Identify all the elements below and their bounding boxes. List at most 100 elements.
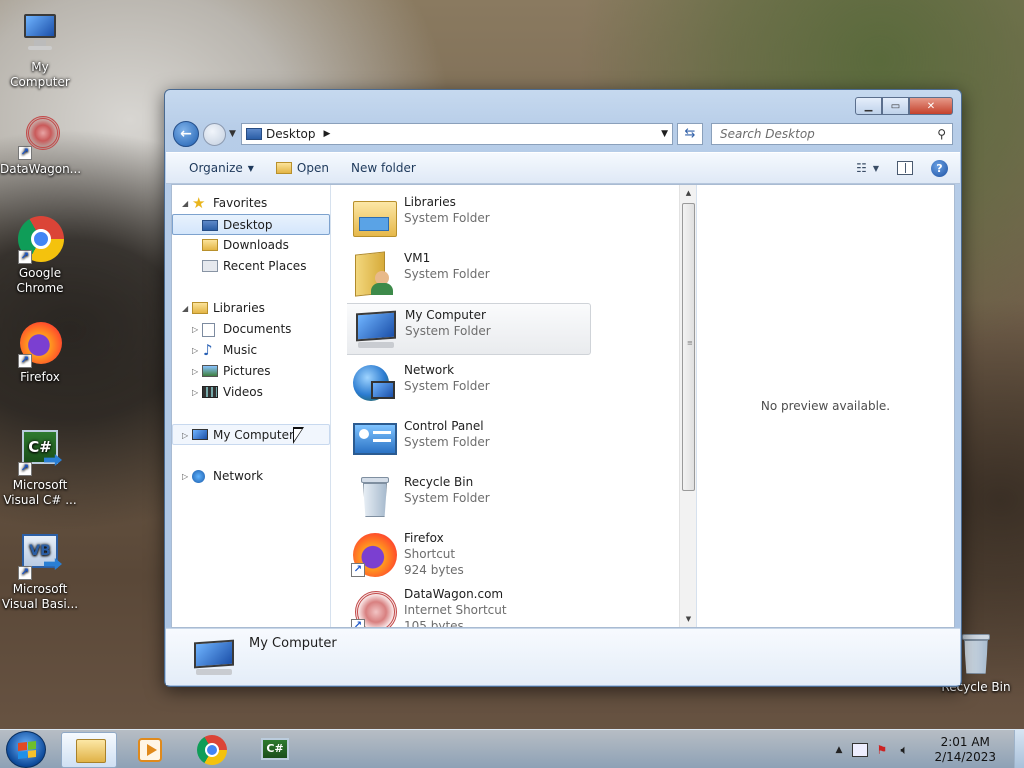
list-item[interactable]: My Computer System Folder bbox=[347, 303, 591, 355]
desktop-icon-my-computer[interactable]: My Computer bbox=[0, 10, 80, 90]
collapsed-arrow-icon[interactable]: ▷ bbox=[192, 361, 198, 382]
list-item[interactable]: Libraries System Folder bbox=[347, 191, 597, 243]
scroll-up-arrow-icon[interactable]: ▲ bbox=[680, 185, 697, 201]
show-desktop-button[interactable] bbox=[1014, 730, 1024, 768]
collapsed-arrow-icon[interactable]: ▷ bbox=[182, 425, 188, 446]
documents-icon bbox=[202, 323, 215, 337]
file-name: Libraries bbox=[404, 195, 456, 209]
file-name: Recycle Bin bbox=[404, 475, 474, 489]
desktop-icon-visual-csharp[interactable]: C# ↗ Microsoft Visual C# ... bbox=[0, 428, 80, 508]
expanded-arrow-icon[interactable]: ◢ bbox=[182, 193, 188, 214]
nav-downloads[interactable]: Downloads bbox=[172, 235, 330, 256]
videos-icon bbox=[202, 386, 218, 398]
taskbar-media-player[interactable] bbox=[122, 732, 178, 768]
caption-buttons: ▁ ▭ ✕ bbox=[855, 97, 953, 115]
minimize-button[interactable]: ▁ bbox=[855, 97, 882, 115]
shortcut-arrow-icon: ↗ bbox=[18, 354, 32, 368]
action-center-flag-icon[interactable]: ⚑ bbox=[876, 743, 892, 757]
desktop-icon-datawagon[interactable]: ↗ DataWagon... bbox=[0, 112, 82, 177]
collapsed-arrow-icon[interactable]: ▷ bbox=[192, 382, 198, 403]
change-view-button[interactable]: ☷ ▼ bbox=[856, 161, 879, 175]
collapsed-arrow-icon[interactable]: ▷ bbox=[192, 340, 198, 361]
nav-my-computer[interactable]: ▷ My Computer bbox=[172, 424, 330, 445]
nav-favorites[interactable]: ◢ ★ Favorites bbox=[172, 193, 330, 214]
address-bar[interactable]: Desktop ▶ ▼ bbox=[241, 123, 673, 145]
volume-icon[interactable]: 🔈︎ bbox=[900, 743, 916, 758]
clock[interactable]: 2:01 AM 2/14/2023 bbox=[934, 735, 996, 765]
list-item[interactable]: Recycle Bin System Folder bbox=[347, 471, 597, 523]
nav-label: Network bbox=[213, 469, 264, 483]
file-type: System Folder bbox=[404, 379, 490, 393]
list-item[interactable]: Network System Folder bbox=[347, 359, 597, 411]
recent-pages-dropdown[interactable]: ▼ bbox=[229, 129, 236, 139]
nav-videos[interactable]: ▷ Videos bbox=[172, 382, 330, 403]
forward-button[interactable] bbox=[203, 123, 226, 146]
navigation-pane: ◢ ★ Favorites Desktop Downloads Recent P… bbox=[172, 185, 331, 627]
network-icon bbox=[351, 363, 399, 407]
help-button[interactable]: ? bbox=[931, 159, 948, 177]
close-button[interactable]: ✕ bbox=[909, 97, 953, 115]
back-button[interactable]: ← bbox=[173, 121, 199, 147]
organize-button[interactable]: Organize ▼ bbox=[178, 153, 265, 183]
control-panel-icon bbox=[351, 419, 399, 463]
breadcrumb-chevron-icon[interactable]: ▶ bbox=[324, 129, 331, 139]
start-button[interactable] bbox=[6, 731, 46, 768]
scroll-down-arrow-icon[interactable]: ▼ bbox=[680, 611, 697, 627]
collapsed-arrow-icon[interactable]: ▷ bbox=[192, 319, 198, 340]
file-type: System Folder bbox=[404, 267, 490, 281]
nav-music[interactable]: ▷ ♪ Music bbox=[172, 340, 330, 361]
maximize-button[interactable]: ▭ bbox=[882, 97, 909, 115]
shortcut-arrow-icon: ↗ bbox=[18, 462, 32, 476]
list-item[interactable]: ↗ DataWagon.com Internet Shortcut 105 by… bbox=[347, 583, 597, 627]
list-item[interactable]: Control Panel System Folder bbox=[347, 415, 597, 467]
new-folder-button[interactable]: New folder bbox=[340, 153, 427, 183]
search-input[interactable]: Search Desktop ⚲ bbox=[711, 123, 953, 145]
desktop-icon-label: Firefox bbox=[20, 370, 60, 384]
chevron-down-icon: ▼ bbox=[872, 163, 879, 173]
taskbar-windows-explorer[interactable] bbox=[61, 732, 117, 768]
nav-network[interactable]: ▷ Network bbox=[172, 466, 330, 487]
desktop-icon-google-chrome[interactable]: ↗ Google Chrome bbox=[0, 216, 80, 296]
search-icon[interactable]: ⚲ bbox=[937, 127, 946, 141]
network-icon bbox=[192, 470, 205, 483]
refresh-button[interactable]: ⇆ bbox=[677, 123, 703, 145]
list-item[interactable]: VM1 System Folder bbox=[347, 247, 597, 299]
desktop-icon-firefox[interactable]: ↗ Firefox bbox=[0, 320, 80, 385]
grip-icon: ≡ bbox=[687, 339, 693, 347]
address-dropdown-icon[interactable]: ▼ bbox=[661, 129, 668, 139]
nav-label: Downloads bbox=[223, 238, 289, 252]
music-icon: ♪ bbox=[203, 341, 213, 359]
firefox-icon: ↗ bbox=[16, 320, 64, 368]
expanded-arrow-icon[interactable]: ◢ bbox=[182, 298, 188, 319]
nav-libraries[interactable]: ◢ Libraries bbox=[172, 298, 330, 319]
network-tray-icon[interactable] bbox=[852, 742, 869, 757]
breadcrumb-desktop[interactable]: Desktop bbox=[266, 127, 316, 141]
preview-pane-button[interactable] bbox=[897, 161, 913, 175]
taskbar-visual-csharp[interactable]: C# bbox=[246, 732, 302, 768]
file-name: VM1 bbox=[404, 251, 431, 265]
file-name: Network bbox=[404, 363, 455, 377]
open-button[interactable]: Open bbox=[265, 153, 340, 183]
windows-logo-icon bbox=[18, 741, 36, 759]
nav-documents[interactable]: ▷ Documents bbox=[172, 319, 330, 340]
desktop-icon-visual-basic[interactable]: VB ↗ Microsoft Visual Basi... bbox=[0, 532, 80, 612]
taskbar-google-chrome[interactable] bbox=[184, 732, 240, 768]
shortcut-arrow-icon: ↗ bbox=[351, 563, 365, 577]
file-list-scrollbar[interactable]: ▲ ≡ ▼ bbox=[679, 185, 696, 627]
recent-places-icon bbox=[202, 260, 218, 272]
nav-desktop[interactable]: Desktop bbox=[172, 214, 330, 235]
show-hidden-icons-button[interactable]: ▲ bbox=[836, 745, 843, 755]
collapsed-arrow-icon[interactable]: ▷ bbox=[182, 466, 188, 487]
datawagon-icon: ↗ bbox=[16, 112, 64, 160]
preview-pane: No preview available. bbox=[696, 185, 954, 627]
desktop-icon-label: Microsoft Visual C# ... bbox=[3, 478, 77, 507]
desktop-icon bbox=[246, 128, 262, 140]
shortcut-arrow-icon: ↗ bbox=[351, 619, 365, 627]
libraries-icon bbox=[192, 302, 208, 314]
organize-label: Organize bbox=[189, 161, 243, 175]
list-item[interactable]: ↗ Firefox Shortcut 924 bytes bbox=[347, 527, 597, 583]
desktop-icon-label: DataWagon... bbox=[0, 162, 82, 176]
nav-recent-places[interactable]: Recent Places bbox=[172, 256, 330, 277]
scrollbar-thumb[interactable]: ≡ bbox=[682, 203, 695, 491]
nav-pictures[interactable]: ▷ Pictures bbox=[172, 361, 330, 382]
